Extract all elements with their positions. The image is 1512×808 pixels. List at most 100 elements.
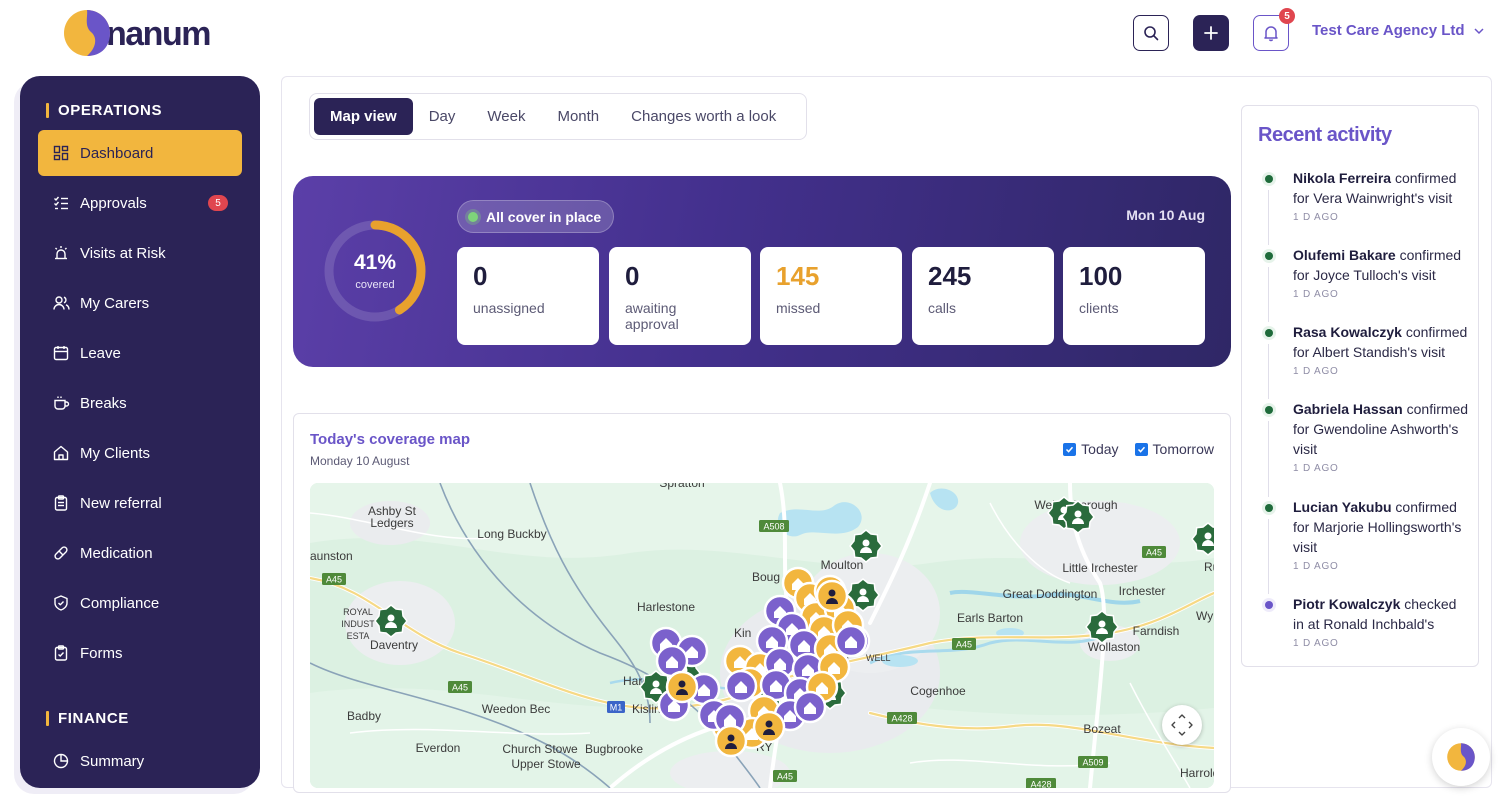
tab-day[interactable]: Day xyxy=(413,98,472,135)
svg-text:A509: A509 xyxy=(1082,758,1103,768)
confirmed-dot-icon xyxy=(1262,172,1276,186)
nanum-logo[interactable]: nanum xyxy=(62,8,211,58)
road-shield: A45 xyxy=(448,681,472,693)
sidebar-item-visits-at-risk[interactable]: Visits at Risk xyxy=(38,230,242,276)
sidebar-item-new-referral[interactable]: New referral xyxy=(38,480,242,526)
map-place-label: Farndish xyxy=(1133,624,1180,638)
svg-text:A45: A45 xyxy=(956,640,972,650)
filter-tomorrow[interactable]: Tomorrow xyxy=(1134,441,1214,457)
checkbox-checked-icon[interactable] xyxy=(1063,442,1077,456)
approvals-badge: 5 xyxy=(208,195,228,211)
stat-value: 0 xyxy=(625,261,640,291)
recent-activity-panel: Recent activity Nikola Ferreira confirme… xyxy=(1241,105,1479,667)
activity-text: Piotr Kowalczyk checked in at Ronald Inc… xyxy=(1293,596,1457,632)
activity-actor: Rasa Kowalczyk xyxy=(1293,324,1402,340)
client-home-marker-icon[interactable] xyxy=(724,669,758,703)
sidebar-item-label: Breaks xyxy=(80,394,127,412)
road-shield: A428 xyxy=(887,712,917,724)
coverage-date: Mon 10 Aug xyxy=(1126,207,1205,223)
sidebar-item-dashboard[interactable]: Dashboard xyxy=(38,130,242,176)
notifications-button[interactable]: 5 xyxy=(1253,8,1295,51)
confirmed-dot-icon xyxy=(1262,249,1276,263)
visit-marker-icon[interactable] xyxy=(665,670,699,704)
map-filters: Today Tomorrow xyxy=(1055,441,1214,457)
sidebar-item-forms[interactable]: Forms xyxy=(38,630,242,676)
carer-marker-icon[interactable] xyxy=(1085,610,1119,644)
sidebar-item-label: Medication xyxy=(80,544,153,562)
tab-week[interactable]: Week xyxy=(471,98,541,135)
sidebar-item-label: Visits at Risk xyxy=(80,244,166,262)
visit-marker-icon[interactable] xyxy=(714,724,748,758)
sidebar-item-summary[interactable]: Summary xyxy=(38,738,242,784)
move-icon xyxy=(1171,714,1193,736)
tab-changes-worth-a-look[interactable]: Changes worth a look xyxy=(615,98,792,135)
stat-value: 100 xyxy=(1079,261,1123,291)
coverage-sub: covered xyxy=(355,279,395,291)
checklist-icon xyxy=(52,194,70,212)
client-home-marker-icon[interactable] xyxy=(834,624,868,658)
stat-clients[interactable]: 100 clients xyxy=(1063,247,1205,345)
sidebar-item-approvals[interactable]: Approvals 5 xyxy=(38,180,242,226)
timeline-line xyxy=(1268,421,1269,497)
map-place-label: Daventry xyxy=(370,638,418,652)
activity-actor: Gabriela Hassan xyxy=(1293,401,1403,417)
svg-text:A508: A508 xyxy=(763,522,784,532)
notifications-badge: 5 xyxy=(1279,8,1295,24)
timeline-line xyxy=(1268,267,1269,322)
filter-today[interactable]: Today xyxy=(1063,441,1119,457)
activity-actor: Nikola Ferreira xyxy=(1293,170,1392,186)
logo-wordmark: nanum xyxy=(106,14,211,53)
carer-marker-icon[interactable] xyxy=(374,604,408,638)
activity-text: Olufemi Bakare confirmed for Joyce Tullo… xyxy=(1293,247,1462,283)
map-place-label: Harlestone xyxy=(637,600,695,614)
sidebar-item-breaks[interactable]: Breaks xyxy=(38,380,242,426)
road-shield: A428 xyxy=(1026,778,1056,788)
map-place-label: Weedon Bec xyxy=(482,702,551,716)
sidebar-item-my-clients[interactable]: My Clients xyxy=(38,430,242,476)
client-home-marker-icon[interactable] xyxy=(793,690,827,724)
carer-marker-icon[interactable] xyxy=(1061,500,1095,534)
map-place-label: Harrold xyxy=(1180,766,1214,780)
stat-calls[interactable]: 245 calls xyxy=(912,247,1054,345)
sidebar-item-compliance[interactable]: Compliance xyxy=(38,580,242,626)
coverage-percent: 41% xyxy=(353,251,397,274)
tab-map-view[interactable]: Map view xyxy=(314,98,413,135)
activity-actor: Olufemi Bakare xyxy=(1293,247,1396,263)
map-fit-bounds-button[interactable] xyxy=(1162,705,1202,745)
sidebar-item-medication[interactable]: Medication xyxy=(38,530,242,576)
filter-label: Today xyxy=(1081,441,1119,457)
confirmed-dot-icon xyxy=(1262,501,1276,515)
map-place-label: Great Doddington xyxy=(1003,587,1098,601)
road-shield: A45 xyxy=(1142,546,1166,558)
stat-awaiting-approval[interactable]: 0 awaiting approval xyxy=(609,247,751,345)
help-assistant-button[interactable] xyxy=(1432,728,1490,786)
svg-text:A45: A45 xyxy=(1146,548,1162,558)
section-title-finance: FINANCE xyxy=(46,710,129,727)
tab-month[interactable]: Month xyxy=(541,98,615,135)
stat-label: awaiting approval xyxy=(625,300,679,332)
visit-marker-icon[interactable] xyxy=(815,579,849,613)
grid-icon xyxy=(52,144,70,162)
stat-value: 0 xyxy=(473,261,488,291)
visit-marker-icon[interactable] xyxy=(752,710,786,744)
map-place-label: aunston xyxy=(310,549,353,563)
clipboard-icon xyxy=(52,494,70,512)
carer-marker-icon[interactable] xyxy=(849,529,883,563)
calendar-icon xyxy=(52,344,70,362)
form-icon xyxy=(52,644,70,662)
stat-missed[interactable]: 145 missed xyxy=(760,247,902,345)
map-title: Today's coverage map xyxy=(310,431,471,448)
coverage-map[interactable]: A508 A45 A45 A45 A45 A428 A509 M1 A45 A428 Spratt… xyxy=(310,483,1214,788)
map-place-label: Moulton xyxy=(821,558,864,572)
agency-switcher[interactable]: Test Care Agency Ltd xyxy=(1312,22,1485,39)
stat-unassigned[interactable]: 0 unassigned xyxy=(457,247,599,345)
add-button[interactable] xyxy=(1193,15,1229,51)
map-place-label: Spratton xyxy=(659,483,704,490)
timeline-line xyxy=(1268,190,1269,245)
activity-timestamp: 1 D AGO xyxy=(1293,289,1339,300)
search-button[interactable] xyxy=(1133,15,1169,51)
map-canvas[interactable]: A508 A45 A45 A45 A45 A428 A509 M1 A45 A428 Spratt… xyxy=(310,483,1214,788)
sidebar-item-leave[interactable]: Leave xyxy=(38,330,242,376)
sidebar-item-my-carers[interactable]: My Carers xyxy=(38,280,242,326)
checkbox-checked-icon[interactable] xyxy=(1134,442,1148,456)
